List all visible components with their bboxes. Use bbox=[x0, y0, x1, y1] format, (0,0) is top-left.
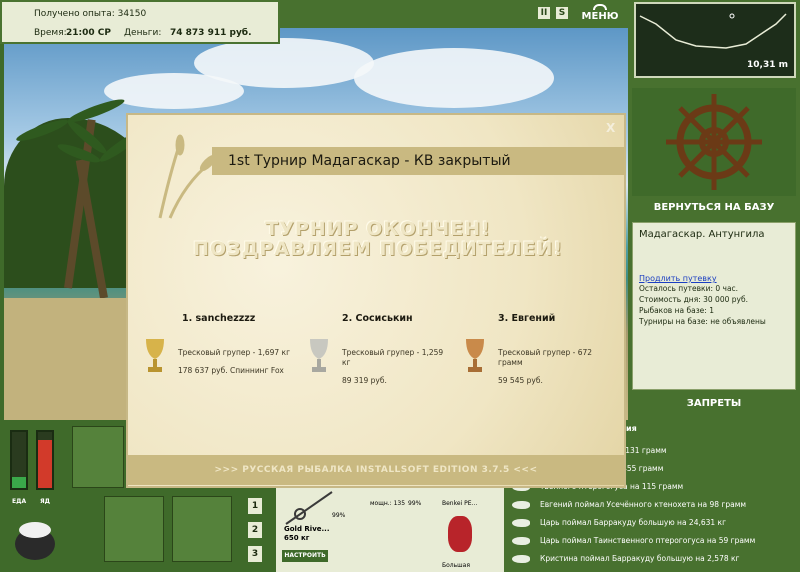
lure-sub: Большая bbox=[442, 562, 470, 569]
ship-wheel-panel bbox=[632, 88, 796, 196]
game-version-text: >>> РУССКАЯ РЫБАЛКА INSTALLSOFT EDITION … bbox=[214, 465, 538, 475]
food-label: ЕДА bbox=[12, 498, 27, 505]
tackle-box-icon[interactable] bbox=[72, 426, 124, 488]
close-button[interactable]: X bbox=[606, 121, 615, 135]
winner-3-name: 3. Евгений bbox=[498, 313, 556, 324]
list-item: Кристина поймал Барракуду большую на 2,5… bbox=[504, 550, 800, 568]
fishers-count: Рыбаков на базе: 1 bbox=[639, 306, 714, 315]
slot-2-button[interactable]: 2 bbox=[248, 522, 262, 538]
depth-readout: 10,31 m bbox=[747, 60, 788, 70]
lure-icon[interactable] bbox=[448, 516, 472, 552]
return-to-base-button[interactable]: ВЕРНУТЬСЯ НА БАЗУ bbox=[632, 198, 796, 218]
cloud bbox=[354, 48, 554, 108]
menu-button[interactable]: МЕНЮ bbox=[578, 4, 622, 24]
cloud bbox=[104, 73, 244, 109]
rod-icon[interactable] bbox=[284, 488, 334, 528]
fish-icon bbox=[512, 519, 530, 527]
extend-voucher-link[interactable]: Продлить путевку bbox=[639, 274, 789, 283]
time-value: 21:00 СР bbox=[66, 28, 111, 38]
day-cost: Стоимость дня: 30 000 руб. bbox=[639, 295, 748, 304]
voucher-left: Осталось путевки: 0 час. bbox=[639, 284, 739, 293]
experience-text: Получено опыта: 34150 bbox=[34, 9, 147, 19]
poison-bar-fill bbox=[38, 440, 52, 488]
food-bar bbox=[10, 430, 28, 490]
bans-button[interactable]: ЗАПРЕТЫ bbox=[632, 394, 796, 414]
poison-label: ЯД bbox=[40, 498, 50, 505]
dialog-footer-bar: >>> РУССКАЯ РЫБАЛКА INSTALLSOFT EDITION … bbox=[128, 455, 624, 485]
tournaments-info: Турниры на базе: не объявлены bbox=[639, 317, 766, 326]
groundbait-basket-icon[interactable] bbox=[104, 496, 164, 562]
list-item: Царь поймал Барракуду большую на 24,631 … bbox=[504, 514, 800, 532]
base-name: Мадагаскар. Антунгила bbox=[639, 229, 765, 240]
menu-label: МЕНЮ bbox=[581, 11, 619, 22]
winner-1-name: 1. sanchezzzz bbox=[182, 313, 256, 324]
reel-name: Gold Rive... bbox=[284, 525, 330, 533]
reel-weight: 650 кг bbox=[284, 534, 310, 542]
configure-button[interactable]: НАСТРОИТЬ bbox=[282, 550, 328, 562]
gold-cup-icon bbox=[146, 339, 164, 372]
fish-icon bbox=[512, 501, 530, 509]
rod-gear-panel: 99% мощн.: 135 99% Gold Rive... 650 кг Н… bbox=[276, 482, 504, 572]
winner-1-prize: 178 637 руб. Спиннинг Fox bbox=[178, 366, 284, 375]
minimap[interactable]: 10,31 m bbox=[634, 2, 796, 78]
winner-3-prize: 59 545 руб. bbox=[498, 376, 543, 385]
winner-3-fish: Тресковый групер - 672 грамм bbox=[498, 348, 593, 367]
pause-button[interactable]: II bbox=[538, 7, 550, 19]
palm-frond bbox=[66, 95, 127, 126]
player-info-panel: Получено опыта: 34150 Время: 21:00 СР Де… bbox=[0, 0, 280, 44]
winner-2-prize: 89 319 руб. bbox=[342, 376, 387, 385]
bait-bucket-icon[interactable] bbox=[172, 496, 232, 562]
top-strip bbox=[280, 0, 628, 28]
winner-1-fish: Тресковый групер - 1,697 кг bbox=[178, 348, 291, 357]
tournament-results-dialog: 1st Турнир Мадагаскар - КВ закрытый X ТУ… bbox=[126, 113, 626, 488]
list-item: Царь поймал Таинственного птерогогуса на… bbox=[504, 532, 800, 550]
bronze-cup-icon bbox=[466, 339, 484, 372]
time-label: Время: bbox=[34, 28, 67, 38]
wheat-emblem-icon bbox=[140, 123, 220, 223]
slot-3-button[interactable]: 3 bbox=[248, 546, 262, 562]
dialog-title: 1st Турнир Мадагаскар - КВ закрытый bbox=[228, 153, 511, 169]
fish-icon bbox=[512, 555, 530, 563]
headline-congrats: ПОЗДРАВЛЯЕМ ПОБЕДИТЕЛЕЙ! bbox=[192, 238, 564, 260]
base-info-panel: Мадагаскар. Антунгила Продлить путевку О… bbox=[632, 222, 796, 390]
rod-percent: 99% bbox=[332, 512, 346, 519]
line-percent: 99% bbox=[408, 500, 422, 507]
lure-name: Benkei PE... bbox=[442, 500, 478, 507]
fish-icon bbox=[512, 537, 530, 545]
list-item: Евгений поймал Усечённого ктенохета на 9… bbox=[504, 496, 800, 514]
headline-finished: ТУРНИР ОКОНЧЕН! bbox=[265, 218, 491, 240]
ship-wheel-icon[interactable] bbox=[632, 88, 796, 196]
food-bar-fill bbox=[12, 476, 26, 488]
slot-1-button[interactable]: 1 bbox=[248, 498, 262, 514]
winner-2-name: 2. Сосиськин bbox=[342, 313, 413, 324]
news-header: ия bbox=[626, 424, 637, 433]
silver-cup-icon bbox=[310, 339, 328, 372]
gear-icon bbox=[593, 4, 607, 10]
winner-2-fish: Тресковый групер - 1,259 кг bbox=[342, 348, 444, 367]
power-label: мощн.: 135 bbox=[370, 500, 406, 507]
cooking-pot-icon[interactable] bbox=[10, 512, 60, 564]
money-label: Деньги: bbox=[124, 28, 162, 38]
sound-button[interactable]: S bbox=[556, 7, 568, 19]
poison-bar bbox=[36, 430, 54, 490]
money-value: 74 873 911 руб. bbox=[170, 28, 252, 38]
